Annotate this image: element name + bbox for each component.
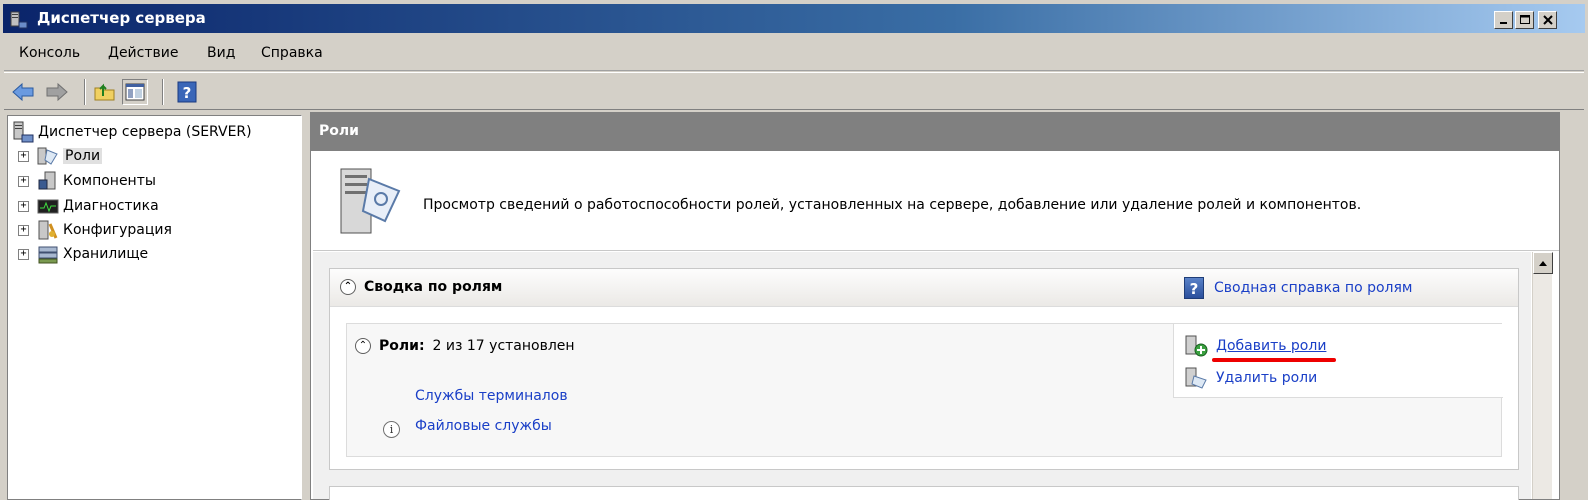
roles-icon — [37, 146, 59, 166]
maximize-icon — [1519, 15, 1530, 24]
section-title[interactable]: ⌃ Сводка по ролям — [340, 279, 502, 295]
menu-help[interactable]: Справка — [261, 45, 323, 61]
tree-item-label: Диагностика — [63, 198, 159, 214]
details-pane: Роли Просмотр сведений о работоспособнос… — [310, 112, 1560, 500]
server-icon — [13, 121, 34, 143]
tree-item-storage[interactable]: + Хранилище — [18, 244, 148, 264]
section-header: ⌃ Сводка по ролям ? Сводная справка по р… — [330, 269, 1518, 307]
tree-item-configuration[interactable]: + Конфигурация — [18, 220, 172, 240]
pane-header: Роли — [311, 113, 1559, 151]
remove-roles-action[interactable]: Удалить роли — [1184, 366, 1317, 390]
menu-bar: Консоль Действие Вид Справка — [4, 37, 1584, 71]
back-button[interactable] — [10, 79, 36, 105]
menu-view[interactable]: Вид — [207, 45, 235, 61]
collapse-icon[interactable]: ⌃ — [355, 338, 371, 354]
show-hide-tree-icon — [125, 83, 145, 101]
minimize-icon — [1499, 22, 1507, 24]
diagnostics-icon — [37, 196, 59, 216]
menu-console[interactable]: Консоль — [19, 45, 80, 61]
add-roles-action[interactable]: Добавить роли — [1184, 334, 1326, 358]
help-button[interactable]: ? — [174, 79, 200, 105]
tree-item-label: Роли — [63, 148, 103, 164]
back-arrow-icon — [12, 82, 34, 102]
minimize-button[interactable] — [1494, 11, 1513, 29]
title-bar-caption[interactable]: Диспетчер сервера — [3, 4, 1585, 33]
show-hide-tree-button[interactable] — [122, 79, 148, 105]
roles-subsection: ⌃ Роли: 2 из 17 установлен Службы термин… — [346, 323, 1503, 457]
intro-panel: Просмотр сведений о работоспособности ро… — [313, 153, 1559, 251]
maximize-button[interactable] — [1515, 11, 1534, 29]
roles-label: Роли: — [379, 338, 425, 354]
intro-description: Просмотр сведений о работоспособности ро… — [423, 197, 1362, 213]
expand-icon[interactable]: + — [18, 200, 29, 212]
expand-icon[interactable]: + — [18, 175, 29, 187]
tree-item-roles[interactable]: + Роли — [18, 146, 103, 166]
pane-title: Роли — [319, 123, 359, 139]
add-roles-icon — [1185, 335, 1208, 357]
close-icon — [1542, 15, 1553, 25]
pane-splitter[interactable] — [302, 112, 310, 500]
next-section — [329, 486, 1519, 500]
add-roles-link[interactable]: Добавить роли — [1216, 338, 1326, 354]
window-title: Диспетчер сервера — [37, 9, 206, 27]
info-icon: i — [383, 421, 400, 438]
configuration-icon — [37, 220, 59, 240]
up-folder-icon — [94, 83, 115, 101]
scroll-up-button[interactable] — [1533, 252, 1553, 274]
up-level-button[interactable] — [92, 79, 118, 105]
vertical-scrollbar[interactable] — [1532, 252, 1553, 499]
expand-icon[interactable]: + — [18, 248, 29, 260]
help-icon: ? — [1184, 277, 1204, 299]
scroll-up-icon — [1539, 261, 1547, 266]
svg-text:?: ? — [183, 84, 192, 102]
collapse-icon[interactable]: ⌃ — [340, 279, 356, 295]
section-title-label: Сводка по ролям — [364, 279, 503, 295]
console-tree: Диспетчер сервера (SERVER) + Роли + Комп… — [7, 115, 302, 500]
tree-root-label: Диспетчер сервера (SERVER) — [38, 124, 252, 140]
role-file-services-link[interactable]: Файловые службы — [415, 418, 552, 434]
red-highlight-underline — [1212, 358, 1336, 362]
roles-summary-section: ⌃ Сводка по ролям ? Сводная справка по р… — [329, 268, 1519, 470]
roles-count: 2 из 17 установлен — [432, 338, 575, 354]
server-manager-icon — [10, 11, 28, 29]
help-icon: ? — [177, 81, 197, 103]
window-title-bar[interactable]: Диспетчер сервера — [0, 0, 1588, 37]
toolbar-separator — [84, 79, 86, 105]
tree-item-label: Хранилище — [63, 246, 149, 262]
menu-action[interactable]: Действие — [108, 45, 178, 61]
remove-roles-link[interactable]: Удалить роли — [1216, 370, 1317, 386]
toolbar-separator — [162, 79, 164, 105]
toolbar: ? — [4, 72, 1584, 110]
forward-arrow-icon — [46, 82, 68, 102]
tree-item-label: Компоненты — [63, 173, 156, 189]
tree-item-diagnostics[interactable]: + Диагностика — [18, 196, 159, 216]
features-icon — [37, 171, 59, 191]
roles-large-icon — [340, 168, 401, 234]
expand-icon[interactable]: + — [18, 150, 29, 162]
remove-roles-icon — [1185, 367, 1207, 389]
roles-help-link[interactable]: ? Сводная справка по ролям — [1184, 277, 1412, 299]
roles-summary-line[interactable]: ⌃ Роли: 2 из 17 установлен — [355, 338, 575, 354]
roles-actions-panel: Добавить роли Удалить роли — [1173, 324, 1503, 398]
expand-icon[interactable]: + — [18, 224, 29, 236]
role-terminal-services-link[interactable]: Службы терминалов — [415, 388, 568, 404]
storage-icon — [37, 244, 59, 264]
content-area: ⌃ Сводка по ролям ? Сводная справка по р… — [313, 252, 1531, 500]
tree-item-features[interactable]: + Компоненты — [18, 171, 156, 191]
tree-item-label: Конфигурация — [63, 222, 172, 238]
close-button[interactable] — [1538, 11, 1557, 29]
forward-button[interactable] — [44, 79, 70, 105]
roles-help-link-text[interactable]: Сводная справка по ролям — [1214, 280, 1412, 296]
tree-root[interactable]: Диспетчер сервера (SERVER) — [12, 121, 252, 143]
